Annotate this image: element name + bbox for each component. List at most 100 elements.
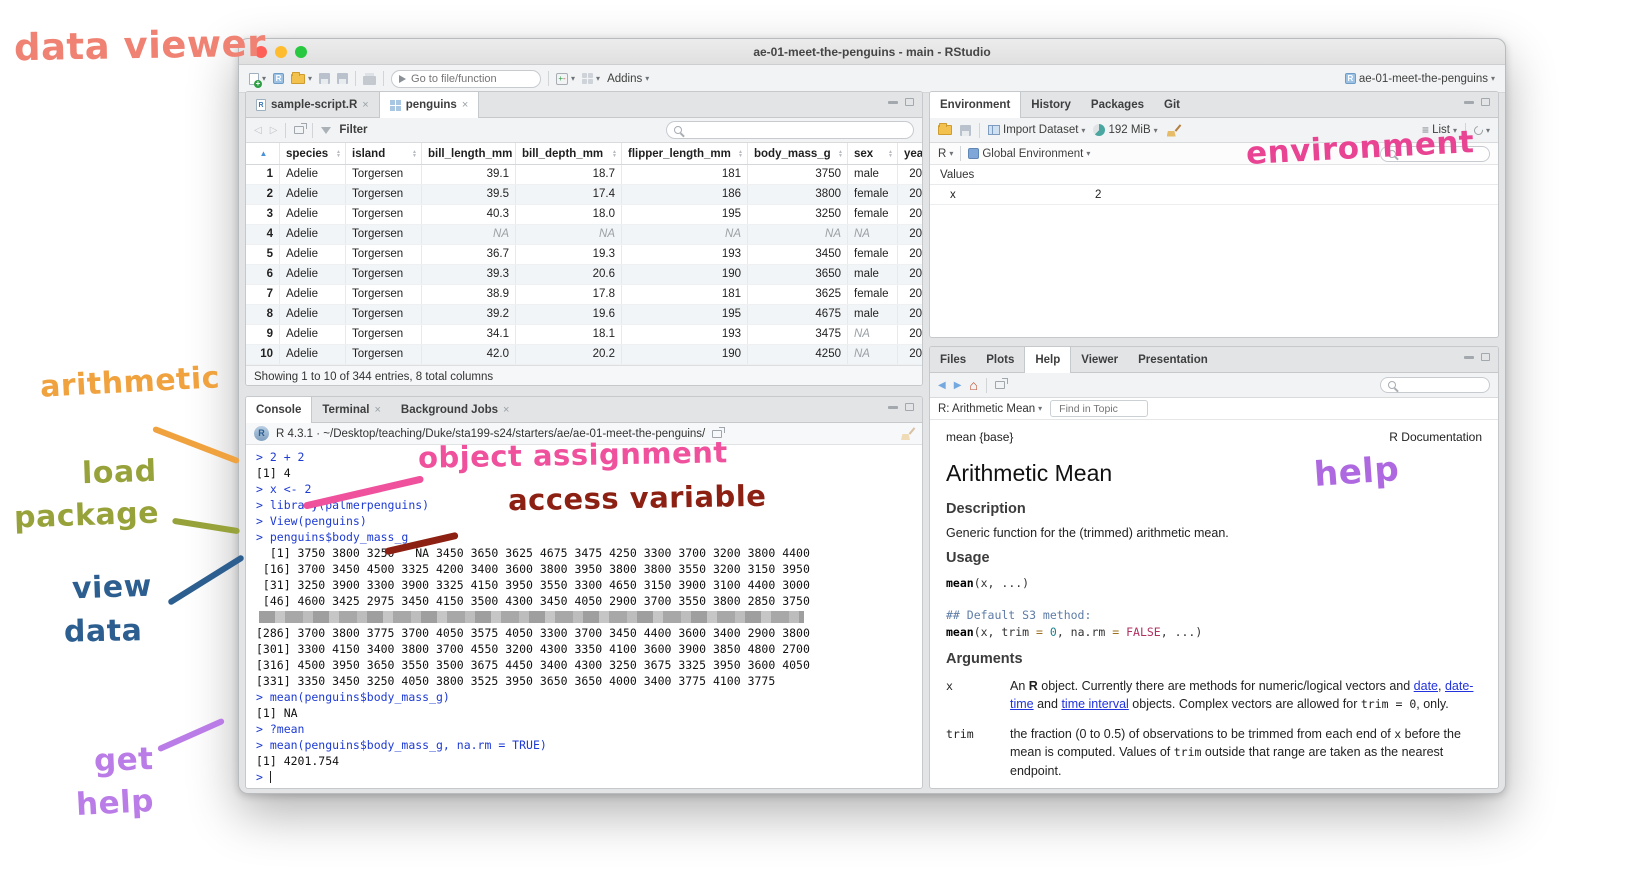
sort-icon[interactable]: ▲▼ (838, 150, 843, 158)
column-header[interactable]: island▲▼ (346, 143, 422, 164)
table-row[interactable]: 3AdelieTorgersen40.318.01953250female20 (246, 205, 922, 225)
annotation-load: load (81, 454, 157, 492)
popout-icon[interactable] (294, 126, 304, 134)
new-project-button[interactable]: R (273, 73, 284, 84)
back-icon[interactable]: ◀ (938, 380, 946, 391)
sort-icon[interactable]: ▲▼ (888, 150, 893, 158)
home-icon[interactable]: ⌂ (969, 379, 977, 391)
tab-console[interactable]: Console (246, 397, 312, 423)
back-icon[interactable]: ◁ (254, 125, 262, 136)
column-header[interactable]: sex▲▼ (848, 143, 898, 164)
project-label: ae-01-meet-the-penguins (1359, 73, 1488, 85)
clear-console-broom-icon[interactable] (900, 427, 914, 440)
column-header[interactable]: year (898, 143, 923, 164)
tab-files[interactable]: Files (930, 347, 976, 372)
column-header[interactable]: bill_depth_mm▲▼ (516, 143, 622, 164)
table-row[interactable]: 7AdelieTorgersen38.917.81813625female20 (246, 285, 922, 305)
filter-icon[interactable] (321, 127, 331, 134)
tab-plots[interactable]: Plots (976, 347, 1024, 372)
project-selector[interactable]: R ae-01-meet-the-penguins ▾ (1345, 73, 1495, 85)
r-language-selector[interactable]: R▾ (938, 148, 953, 160)
close-icon[interactable]: × (503, 404, 509, 416)
tab-terminal[interactable]: Terminal× (312, 397, 391, 422)
popout-icon[interactable] (995, 381, 1005, 389)
table-row[interactable]: 10AdelieTorgersen42.020.21904250NA20 (246, 345, 922, 365)
tab-help[interactable]: Help (1024, 347, 1071, 373)
table-row[interactable]: 9AdelieTorgersen34.118.11933475NA20 (246, 325, 922, 345)
minimize-window-button[interactable] (275, 46, 287, 58)
tab-packages[interactable]: Packages (1081, 92, 1154, 117)
maximize-pane-icon[interactable] (1481, 98, 1490, 106)
tab-presentation[interactable]: Presentation (1128, 347, 1218, 372)
environment-value-row[interactable]: x2 (930, 185, 1498, 205)
global-environment-selector[interactable]: Global Environment ▾ (968, 148, 1090, 160)
column-header[interactable]: flipper_length_mm▲▼ (622, 143, 748, 164)
addins-button[interactable]: Addins▾ (607, 73, 649, 85)
import-dataset-button[interactable]: Import Dataset ▾ (988, 124, 1085, 136)
tab-viewer[interactable]: Viewer (1071, 347, 1128, 372)
table-row[interactable]: 4AdelieTorgersenNANANANANA20 (246, 225, 922, 245)
column-header[interactable]: species▲▼ (280, 143, 346, 164)
tab-git[interactable]: Git (1154, 92, 1190, 117)
table-row[interactable]: 8AdelieTorgersen39.219.61954675male20 (246, 305, 922, 325)
variable-value: 2 (1095, 189, 1101, 201)
forward-icon[interactable]: ▶ (954, 380, 962, 391)
minimize-pane-icon[interactable] (888, 101, 898, 104)
refresh-icon (1472, 124, 1485, 137)
close-icon[interactable]: × (462, 99, 468, 111)
save-button[interactable] (319, 73, 330, 84)
load-workspace-icon[interactable] (938, 125, 952, 135)
maximize-pane-icon[interactable] (905, 98, 914, 106)
sort-icon[interactable]: ▲▼ (336, 150, 341, 158)
sort-icon[interactable]: ▲▼ (738, 150, 743, 158)
table-row[interactable]: 6AdelieTorgersen39.320.61903650male20 (246, 265, 922, 285)
table-row[interactable]: 1AdelieTorgersen39.118.71813750male20 (246, 165, 922, 185)
memory-usage-button[interactable]: 192 MiB ▾ (1093, 124, 1157, 136)
help-search-input[interactable] (1401, 379, 1482, 391)
topic-selector[interactable]: R: Arithmetic Mean ▾ (938, 403, 1042, 415)
filter-label[interactable]: Filter (339, 124, 367, 136)
version-control-button[interactable]: +-▾ (556, 73, 575, 85)
data-search-input[interactable] (687, 124, 906, 136)
open-file-button[interactable]: ▾ (291, 74, 312, 84)
find-in-topic-box[interactable] (1050, 400, 1148, 417)
tab-environment[interactable]: Environment (930, 92, 1021, 118)
find-in-topic-input[interactable] (1059, 403, 1139, 415)
sort-asc-icon[interactable]: ▲ (260, 149, 268, 158)
table-row[interactable]: 5AdelieTorgersen36.719.31933450female20 (246, 245, 922, 265)
save-workspace-icon[interactable] (960, 125, 971, 136)
sort-icon[interactable]: ▲▼ (612, 150, 617, 158)
forward-icon[interactable]: ▷ (270, 125, 278, 136)
tab-background-jobs[interactable]: Background Jobs× (391, 397, 520, 422)
minimize-pane-icon[interactable] (1464, 356, 1474, 359)
data-search-box[interactable] (666, 121, 914, 139)
annotation-get-help: help (75, 783, 155, 823)
column-header[interactable]: bill_length_mm▲▼ (422, 143, 516, 164)
help-search-box[interactable] (1380, 377, 1490, 393)
tab-history[interactable]: History (1021, 92, 1081, 117)
save-all-button[interactable] (337, 73, 348, 84)
help-link[interactable]: date (1414, 679, 1438, 693)
sort-icon[interactable]: ▲▼ (412, 150, 417, 158)
print-button[interactable] (363, 73, 376, 85)
minimize-pane-icon[interactable] (888, 406, 898, 409)
table-row[interactable]: 2AdelieTorgersen39.517.41863800female20 (246, 185, 922, 205)
workspace-panes-button[interactable]: ▾ (582, 73, 600, 84)
close-icon[interactable]: × (362, 99, 368, 111)
table-cell: Torgersen (346, 285, 422, 304)
refresh-button[interactable]: ▾ (1474, 126, 1490, 135)
maximize-pane-icon[interactable] (905, 403, 914, 411)
tab-sample-script[interactable]: R sample-script.R × (246, 92, 379, 117)
tab-penguins[interactable]: penguins × (379, 92, 480, 118)
new-file-button[interactable]: +▾ (249, 73, 266, 85)
column-header[interactable]: body_mass_g▲▼ (748, 143, 848, 164)
close-icon[interactable]: × (374, 404, 380, 416)
clear-environment-broom-icon[interactable] (1166, 124, 1180, 137)
goto-file-box[interactable] (391, 70, 541, 88)
minimize-pane-icon[interactable] (1464, 101, 1474, 104)
maximize-pane-icon[interactable] (1481, 353, 1490, 361)
goto-file-input[interactable] (411, 73, 533, 85)
search-icon (1388, 381, 1396, 389)
help-link[interactable]: time interval (1061, 697, 1128, 711)
zoom-window-button[interactable] (295, 46, 307, 58)
